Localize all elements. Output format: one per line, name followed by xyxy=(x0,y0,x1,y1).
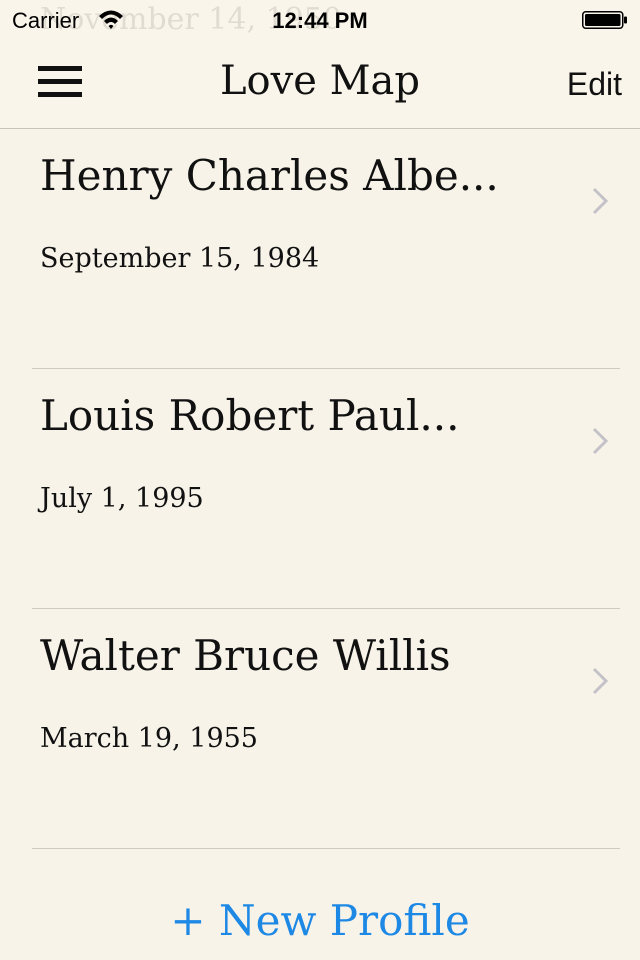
navigation-bar: Love Map Edit xyxy=(0,40,640,129)
profile-list-item[interactable]: Henry Charles Albe... September 15, 1984 xyxy=(0,129,640,369)
profile-name: Walter Bruce Willis xyxy=(40,631,451,680)
chevron-right-icon xyxy=(592,187,608,215)
profile-list-item[interactable]: Walter Bruce Willis March 19, 1955 xyxy=(0,609,640,849)
profile-date: July 1, 1995 xyxy=(40,483,204,514)
battery-icon xyxy=(582,11,627,29)
chevron-right-icon xyxy=(592,427,608,455)
profile-name: Henry Charles Albe... xyxy=(40,151,499,200)
profile-date: September 15, 1984 xyxy=(40,243,320,274)
chevron-right-icon xyxy=(592,667,608,695)
clock: 12:44 PM xyxy=(272,8,368,33)
divider xyxy=(32,848,620,849)
profile-list-item[interactable]: Louis Robert Paul... July 1, 1995 xyxy=(0,369,640,609)
profile-date: March 19, 1955 xyxy=(40,723,258,754)
edit-button[interactable]: Edit xyxy=(567,66,622,103)
status-bar: November 14, 1950 Carrier 12:44 PM xyxy=(0,0,640,40)
page-title: Love Map xyxy=(219,58,421,104)
new-profile-button[interactable]: + New Profile xyxy=(0,896,640,945)
profile-name: Louis Robert Paul... xyxy=(40,391,460,440)
profile-list: Henry Charles Albe... September 15, 1984… xyxy=(0,129,640,849)
